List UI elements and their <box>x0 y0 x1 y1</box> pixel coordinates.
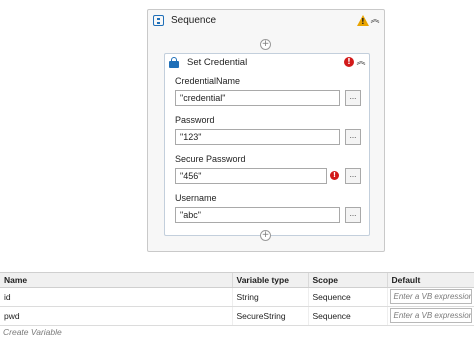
add-activity-bottom-icon[interactable]: + <box>260 230 271 241</box>
variable-scope-cell[interactable]: Sequence <box>308 306 388 326</box>
add-activity-top-icon[interactable]: + <box>260 39 271 50</box>
sequence-header: Sequence ! ︽ <box>148 10 384 30</box>
field-error-icon[interactable]: ! <box>330 171 339 180</box>
secure-password-label: Secure Password <box>175 154 246 164</box>
secure-password-browse-button[interactable]: ... <box>345 168 361 184</box>
username-label: Username <box>175 193 217 203</box>
variables-table: Name Variable type Scope Default id Stri… <box>0 273 474 326</box>
collapse-sequence-icon[interactable]: ︽ <box>370 16 380 25</box>
column-header-variable-type[interactable]: Variable type <box>232 273 309 288</box>
column-header-name[interactable]: Name <box>0 273 233 288</box>
designer-canvas: Sequence ! ︽ + Set Credential ! ︽ Creden… <box>0 0 474 268</box>
variable-type-cell[interactable]: SecureString <box>232 306 309 326</box>
secure-password-input[interactable]: "456" <box>175 168 327 184</box>
error-icon[interactable]: ! <box>344 57 354 67</box>
variable-type-cell[interactable]: String <box>232 287 309 307</box>
warning-triangle-icon[interactable]: ! <box>357 14 369 26</box>
sequence-container[interactable]: Sequence ! ︽ + Set Credential ! ︽ Creden… <box>147 9 385 252</box>
variables-panel: Name Variable type Scope Default id Stri… <box>0 272 474 348</box>
password-label: Password <box>175 115 215 125</box>
lock-icon <box>169 56 179 68</box>
variable-default-cell[interactable]: Enter a VB expression <box>387 306 474 326</box>
sequence-title: Sequence <box>171 14 217 26</box>
activity-title: Set Credential <box>187 56 248 68</box>
activity-header: Set Credential ! ︽ <box>165 54 369 70</box>
credential-name-browse-button[interactable]: ... <box>345 90 361 106</box>
set-credential-activity[interactable]: Set Credential ! ︽ CredentialName "crede… <box>164 53 370 236</box>
create-variable-link[interactable]: Create Variable <box>3 327 62 337</box>
username-input[interactable]: "abc" <box>175 207 340 223</box>
password-browse-button[interactable]: ... <box>345 129 361 145</box>
column-header-scope[interactable]: Scope <box>308 273 388 288</box>
variable-default-cell[interactable]: Enter a VB expression <box>387 287 474 307</box>
username-browse-button[interactable]: ... <box>345 207 361 223</box>
sequence-icon <box>153 14 164 26</box>
default-expression-input[interactable]: Enter a VB expression <box>389 289 472 304</box>
variable-name-cell[interactable]: id <box>0 287 233 307</box>
variable-scope-cell[interactable]: Sequence <box>308 287 388 307</box>
default-expression-input[interactable]: Enter a VB expression <box>389 308 472 323</box>
variable-name-cell[interactable]: pwd <box>0 306 233 326</box>
variables-header-row: Name Variable type Scope Default <box>0 273 474 288</box>
credential-name-label: CredentialName <box>175 76 241 86</box>
password-input[interactable]: "123" <box>175 129 340 145</box>
table-row[interactable]: id String Sequence Enter a VB expression <box>0 287 474 307</box>
credential-name-input[interactable]: "credential" <box>175 90 340 106</box>
column-header-default[interactable]: Default <box>387 273 474 288</box>
collapse-activity-icon[interactable]: ︽ <box>356 58 366 67</box>
table-row[interactable]: pwd SecureString Sequence Enter a VB exp… <box>0 306 474 326</box>
